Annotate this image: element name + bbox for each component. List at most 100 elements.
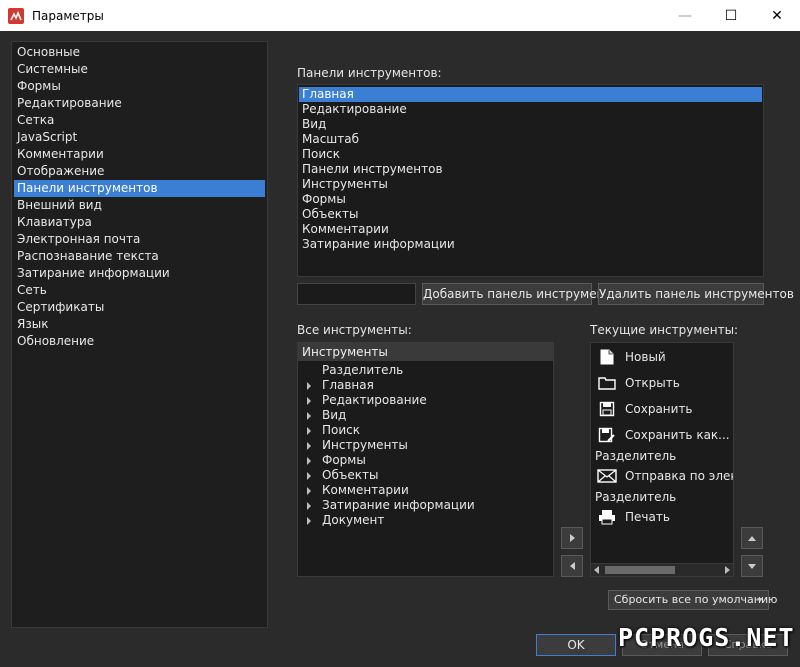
toolbars-label: Панели инструментов:	[297, 66, 442, 80]
category-item[interactable]: Системные	[12, 61, 267, 78]
category-item[interactable]: Электронная почта	[12, 231, 267, 248]
tool-tree-label: Документ	[322, 513, 385, 527]
current-tool-item[interactable]: Сохранить как...	[597, 425, 730, 445]
all-tools-tree[interactable]: Инструменты Разделитель Главная Редактиров…	[297, 342, 554, 577]
add-toolbar-button[interactable]: Добавить панель инструментов	[422, 283, 626, 305]
category-item[interactable]: Сертификаты	[12, 299, 267, 316]
category-list[interactable]: Основные Системные Формы Редактирование Сетк…	[11, 41, 268, 628]
category-item[interactable]: Обновление	[12, 333, 267, 350]
category-item[interactable]: Язык	[12, 316, 267, 333]
email-icon	[597, 466, 617, 486]
close-icon: ✕	[771, 7, 783, 24]
maximize-button[interactable]: ☐	[708, 0, 754, 31]
scroll-right-icon[interactable]	[725, 566, 730, 574]
category-item[interactable]: Формы	[12, 78, 267, 95]
category-item[interactable]: Распознавание текста	[12, 248, 267, 265]
expand-arrow-icon[interactable]	[307, 487, 311, 495]
tool-tree-item[interactable]: Документ	[298, 513, 553, 528]
category-item[interactable]: Редактирование	[12, 95, 267, 112]
expand-arrow-icon[interactable]	[307, 457, 311, 465]
toolbar-item[interactable]: Формы	[298, 192, 763, 207]
tool-tree-item[interactable]: Объекты	[298, 468, 553, 483]
expand-arrow-icon[interactable]	[307, 412, 311, 420]
current-tool-label: Открыть	[625, 376, 680, 390]
tool-tree-item[interactable]: Разделитель	[298, 363, 553, 378]
category-item[interactable]: Сеть	[12, 282, 267, 299]
current-tools-label: Текущие инструменты:	[590, 323, 739, 337]
scroll-left-icon[interactable]	[594, 566, 599, 574]
category-item[interactable]: Внешний вид	[12, 197, 267, 214]
separator-item[interactable]: Разделитель	[595, 489, 676, 505]
toolbar-item[interactable]: Главная	[299, 87, 762, 102]
title-bar: Параметры — ☐ ✕	[0, 0, 800, 31]
category-item[interactable]: Отображение	[12, 163, 267, 180]
category-item[interactable]: Основные	[12, 44, 267, 61]
expand-arrow-icon[interactable]	[307, 472, 311, 480]
current-tool-item[interactable]: Открыть	[597, 373, 680, 393]
tool-tree-item[interactable]: Вид	[298, 408, 553, 423]
tool-tree-item[interactable]: Редактирование	[298, 393, 553, 408]
toolbar-name-input[interactable]	[297, 283, 416, 305]
category-item[interactable]: Сетка	[12, 112, 267, 129]
toolbar-item[interactable]: Поиск	[298, 147, 763, 162]
all-tools-header[interactable]: Инструменты	[298, 343, 553, 361]
category-item[interactable]: Клавиатура	[12, 214, 267, 231]
move-up-button[interactable]	[741, 527, 763, 549]
minimize-icon: —	[678, 7, 692, 24]
tool-tree-label: Инструменты	[322, 438, 408, 452]
arrow-left-icon	[569, 562, 575, 570]
current-tool-item[interactable]: Печать	[597, 507, 670, 527]
separator-item[interactable]: Разделитель	[595, 448, 676, 464]
toolbar-item[interactable]: Комментарии	[298, 222, 763, 237]
ok-button[interactable]: OK	[536, 634, 616, 656]
new-document-icon	[597, 347, 617, 367]
add-tool-button[interactable]	[561, 527, 583, 549]
scroll-thumb[interactable]	[605, 566, 675, 574]
toolbar-item[interactable]: Затирание информации	[298, 237, 763, 252]
current-tool-item[interactable]: Отправка по электронной почте	[597, 466, 733, 486]
toolbar-item[interactable]: Объекты	[298, 207, 763, 222]
current-tools-list[interactable]: Новый Открыть Сохранить Сохранить как... Раз…	[590, 342, 734, 577]
toolbar-item[interactable]: Редактирование	[298, 102, 763, 117]
close-button[interactable]: ✕	[754, 0, 800, 31]
tool-tree-item[interactable]: Инструменты	[298, 438, 553, 453]
expand-arrow-icon[interactable]	[307, 427, 311, 435]
tool-tree-label: Объекты	[322, 468, 379, 482]
expand-arrow-icon[interactable]	[307, 397, 311, 405]
expand-arrow-icon[interactable]	[307, 442, 311, 450]
tool-tree-item[interactable]: Комментарии	[298, 483, 553, 498]
current-tool-label: Отправка по электронной почте	[625, 469, 733, 483]
toolbar-item[interactable]: Панели инструментов	[298, 162, 763, 177]
category-item[interactable]: Затирание информации	[12, 265, 267, 282]
save-icon	[597, 399, 617, 419]
horizontal-scrollbar[interactable]	[591, 563, 733, 576]
current-tool-label: Печать	[625, 510, 670, 524]
tool-tree-item[interactable]: Формы	[298, 453, 553, 468]
current-tool-item[interactable]: Новый	[597, 347, 666, 367]
minimize-button[interactable]: —	[662, 0, 708, 31]
tool-tree-label: Поиск	[322, 423, 361, 437]
toolbar-item[interactable]: Инструменты	[298, 177, 763, 192]
remove-toolbar-button[interactable]: Удалить панель инструментов	[598, 283, 794, 305]
tool-tree-item[interactable]: Поиск	[298, 423, 553, 438]
category-item[interactable]: Комментарии	[12, 146, 267, 163]
toolbar-item[interactable]: Масштаб	[298, 132, 763, 147]
reset-defaults-button[interactable]: Сбросить все по умолчанию	[608, 590, 777, 610]
toolbars-list[interactable]: Главная Редактирование Вид Масштаб Поиск Пане…	[297, 84, 764, 277]
tool-tree-label: Комментарии	[322, 483, 409, 497]
move-down-button[interactable]	[741, 555, 763, 577]
current-tool-item[interactable]: Сохранить	[597, 399, 693, 419]
open-folder-icon	[597, 373, 617, 393]
toolbar-item[interactable]: Вид	[298, 117, 763, 132]
window-title: Параметры	[32, 8, 104, 23]
expand-arrow-icon[interactable]	[307, 502, 311, 510]
category-item[interactable]: Панели инструментов	[14, 180, 265, 197]
expand-arrow-icon[interactable]	[307, 517, 311, 525]
expand-arrow-icon[interactable]	[307, 382, 311, 390]
tool-tree-item[interactable]: Затирание информации	[298, 498, 553, 513]
tool-tree-label: Затирание информации	[322, 498, 475, 512]
save-as-icon	[597, 425, 617, 445]
tool-tree-item[interactable]: Главная	[298, 378, 553, 393]
remove-tool-button[interactable]	[561, 555, 583, 577]
category-item[interactable]: JavaScript	[12, 129, 267, 146]
